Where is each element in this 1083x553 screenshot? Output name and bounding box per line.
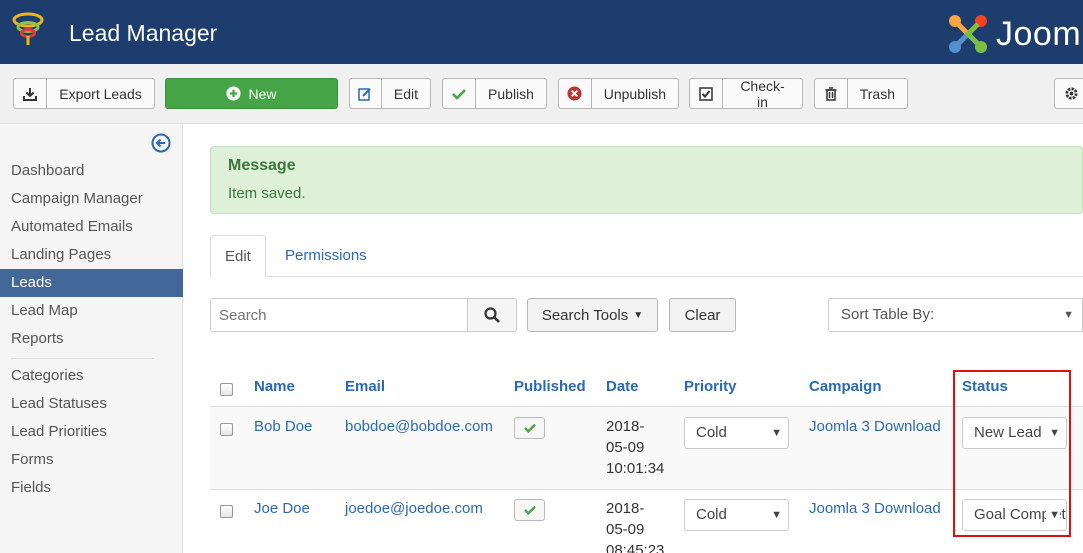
search-icon xyxy=(484,307,500,323)
sidebar-item-lead-priorities[interactable]: Lead Priorities xyxy=(0,418,183,446)
chevron-down-icon: ▼ xyxy=(768,418,782,448)
chevron-down-icon: ▼ xyxy=(768,500,782,530)
check-icon xyxy=(443,79,476,108)
row-checkbox[interactable] xyxy=(220,505,233,518)
column-header-name[interactable]: Name xyxy=(254,378,295,395)
lead-name-link[interactable]: Bob Doe xyxy=(254,418,312,435)
joomla-brand: Joom xyxy=(946,12,1081,56)
lead-manager-logo-icon xyxy=(12,12,44,45)
published-toggle[interactable] xyxy=(514,417,545,439)
gear-icon xyxy=(1065,87,1078,100)
sidebar: Dashboard Campaign Manager Automated Ema… xyxy=(0,125,183,553)
collapse-sidebar-icon[interactable] xyxy=(151,133,171,153)
download-icon xyxy=(14,79,47,108)
lead-email-link[interactable]: bobdoe@bobdoe.com xyxy=(345,418,493,435)
message-heading: Message xyxy=(228,157,296,174)
chevron-down-icon: ▼ xyxy=(1063,309,1074,321)
column-header-email[interactable]: Email xyxy=(345,378,385,395)
lead-date-line: 05-09 xyxy=(606,439,645,456)
trash-icon xyxy=(815,79,848,108)
select-all-checkbox[interactable] xyxy=(220,383,233,396)
edit-icon xyxy=(350,79,382,108)
sidebar-item-automated-emails[interactable]: Automated Emails xyxy=(0,213,183,241)
plus-circle-icon xyxy=(226,86,242,101)
sidebar-item-fields[interactable]: Fields xyxy=(0,474,183,502)
sidebar-item-campaign-manager[interactable]: Campaign Manager xyxy=(0,185,183,213)
lead-date-line: 2018- xyxy=(606,500,645,517)
sidebar-item-categories[interactable]: Categories xyxy=(0,362,183,390)
export-leads-button[interactable]: Export Leads xyxy=(13,78,155,109)
check-icon xyxy=(523,423,536,433)
sidebar-item-landing-pages[interactable]: Landing Pages xyxy=(0,241,183,269)
joomla-wordmark: Joom xyxy=(996,14,1082,53)
column-header-date[interactable]: Date xyxy=(606,378,639,395)
row-checkbox[interactable] xyxy=(220,423,233,436)
search-tools-button[interactable]: Search Tools ▼ xyxy=(527,298,658,332)
caret-down-icon: ▼ xyxy=(633,309,644,321)
check-in-button[interactable]: Check-in xyxy=(689,78,803,110)
checkbox-icon xyxy=(690,79,723,108)
page-title: Lead Manager xyxy=(69,20,218,46)
lead-date-line: 2018- xyxy=(606,418,645,435)
sidebar-item-lead-statuses[interactable]: Lead Statuses xyxy=(0,390,183,418)
app-header: Lead Manager Joom xyxy=(0,0,1083,64)
unpublish-button[interactable]: Unpublish xyxy=(558,78,679,109)
new-button[interactable]: New xyxy=(165,78,338,109)
sort-table-select[interactable]: Sort Table By: ▼ xyxy=(828,298,1083,332)
search-input[interactable] xyxy=(210,298,468,332)
status-column-highlight xyxy=(953,370,1071,537)
column-header-campaign[interactable]: Campaign xyxy=(809,378,882,395)
lead-date-line: 05-09 xyxy=(606,521,645,538)
message-text: Item saved. xyxy=(228,185,306,202)
campaign-link[interactable]: Joomla 3 Download xyxy=(809,500,941,517)
sidebar-divider xyxy=(11,358,154,359)
search-button[interactable] xyxy=(467,298,517,332)
lead-date-line: 08:45:23 xyxy=(606,542,665,553)
joomla-logo-icon xyxy=(949,15,987,53)
toolbar: Export Leads New Edit Publish Unpublish … xyxy=(0,64,1083,124)
edit-button[interactable]: Edit xyxy=(349,78,431,109)
times-circle-icon xyxy=(559,79,592,108)
success-message: Message Item saved. xyxy=(210,146,1083,214)
column-header-published[interactable]: Published xyxy=(514,378,586,395)
clear-button[interactable]: Clear xyxy=(669,298,736,332)
sidebar-item-lead-map[interactable]: Lead Map xyxy=(0,297,183,325)
sidebar-item-forms[interactable]: Forms xyxy=(0,446,183,474)
lead-name-link[interactable]: Joe Doe xyxy=(254,500,310,517)
options-button[interactable] xyxy=(1054,78,1083,109)
lead-date-line: 10:01:34 xyxy=(606,460,665,477)
campaign-link[interactable]: Joomla 3 Download xyxy=(809,418,941,435)
sidebar-item-dashboard[interactable]: Dashboard xyxy=(0,157,183,185)
sidebar-item-reports[interactable]: Reports xyxy=(0,325,183,353)
priority-select[interactable]: Cold ▼ xyxy=(684,499,789,531)
trash-button[interactable]: Trash xyxy=(814,78,908,109)
tab-permissions[interactable]: Permissions xyxy=(271,235,381,277)
publish-button[interactable]: Publish xyxy=(442,78,547,109)
priority-select[interactable]: Cold ▼ xyxy=(684,417,789,449)
tab-edit[interactable]: Edit xyxy=(210,235,266,278)
check-icon xyxy=(523,505,536,515)
tab-bar: Edit Permissions xyxy=(210,235,1083,278)
sidebar-item-leads[interactable]: Leads xyxy=(0,269,183,297)
column-header-priority[interactable]: Priority xyxy=(684,378,737,395)
published-toggle[interactable] xyxy=(514,499,545,521)
lead-email-link[interactable]: joedoe@joedoe.com xyxy=(345,500,483,517)
